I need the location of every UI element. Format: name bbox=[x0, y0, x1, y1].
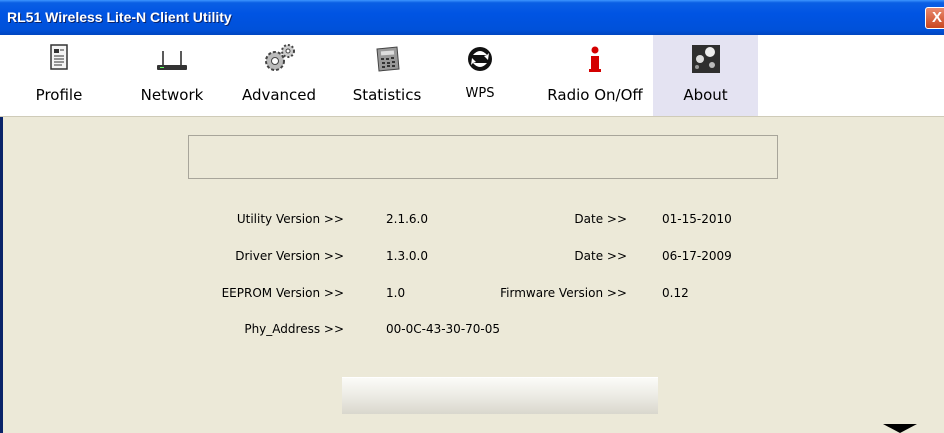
tab-profile-label: Profile bbox=[35, 86, 83, 104]
title-bar[interactable]: RL51 Wireless Lite-N Client Utility X bbox=[0, 0, 944, 35]
tab-radio-onoff[interactable]: Radio On/Off bbox=[540, 35, 650, 116]
radio-icon bbox=[589, 46, 601, 72]
window-title: RL51 Wireless Lite-N Client Utility bbox=[7, 9, 232, 25]
advanced-icon bbox=[265, 44, 295, 71]
wps-icon bbox=[468, 47, 492, 71]
tab-statistics[interactable]: Statistics bbox=[345, 35, 429, 116]
phy-address-label: Phy_Address >> bbox=[244, 322, 344, 336]
tab-wps[interactable]: WPS bbox=[455, 35, 505, 116]
driver-date-label: Date >> bbox=[574, 249, 627, 263]
eeprom-version-value: 1.0 bbox=[386, 286, 406, 300]
firmware-version-value: 0.12 bbox=[662, 286, 689, 300]
firmware-version-label: Firmware Version >> bbox=[500, 286, 627, 300]
about-icon bbox=[691, 45, 720, 73]
network-icon bbox=[157, 51, 187, 70]
phy-address-value: 00-0C-43-30-70-05 bbox=[386, 322, 501, 336]
statistics-icon bbox=[376, 46, 400, 72]
tab-profile[interactable]: Profile bbox=[27, 35, 91, 116]
tab-radio-label: Radio On/Off bbox=[547, 86, 643, 104]
utility-version-value: 2.1.6.0 bbox=[386, 212, 428, 226]
tab-network[interactable]: Network bbox=[130, 35, 214, 116]
driver-version-value: 1.3.0.0 bbox=[386, 249, 428, 263]
about-panel: Utility Version >> 2.1.6.0 Date >> 01-15… bbox=[0, 117, 944, 433]
utility-date-label: Date >> bbox=[574, 212, 627, 226]
tab-about[interactable]: About bbox=[653, 35, 758, 116]
tab-wps-label: WPS bbox=[465, 86, 495, 101]
tab-advanced-label: Advanced bbox=[241, 86, 317, 104]
eeprom-version-label: EEPROM Version >> bbox=[221, 286, 344, 300]
driver-version-label: Driver Version >> bbox=[235, 249, 344, 263]
tab-about-label: About bbox=[683, 86, 728, 104]
tab-statistics-label: Statistics bbox=[352, 86, 422, 104]
utility-date-value: 01-15-2010 bbox=[662, 212, 732, 226]
driver-date-value: 06-17-2009 bbox=[662, 249, 732, 263]
profile-icon bbox=[50, 44, 68, 70]
scroll-down-arrow-icon[interactable] bbox=[883, 424, 917, 433]
tab-advanced[interactable]: Advanced bbox=[234, 35, 324, 116]
utility-version-label: Utility Version >> bbox=[236, 212, 344, 226]
toolbar: Profile Network Advanced Statistics WPS … bbox=[0, 35, 944, 117]
close-window-button[interactable]: X bbox=[925, 7, 944, 29]
bottom-action-button[interactable] bbox=[342, 377, 658, 414]
banner-box bbox=[188, 135, 778, 179]
tab-network-label: Network bbox=[140, 86, 204, 104]
